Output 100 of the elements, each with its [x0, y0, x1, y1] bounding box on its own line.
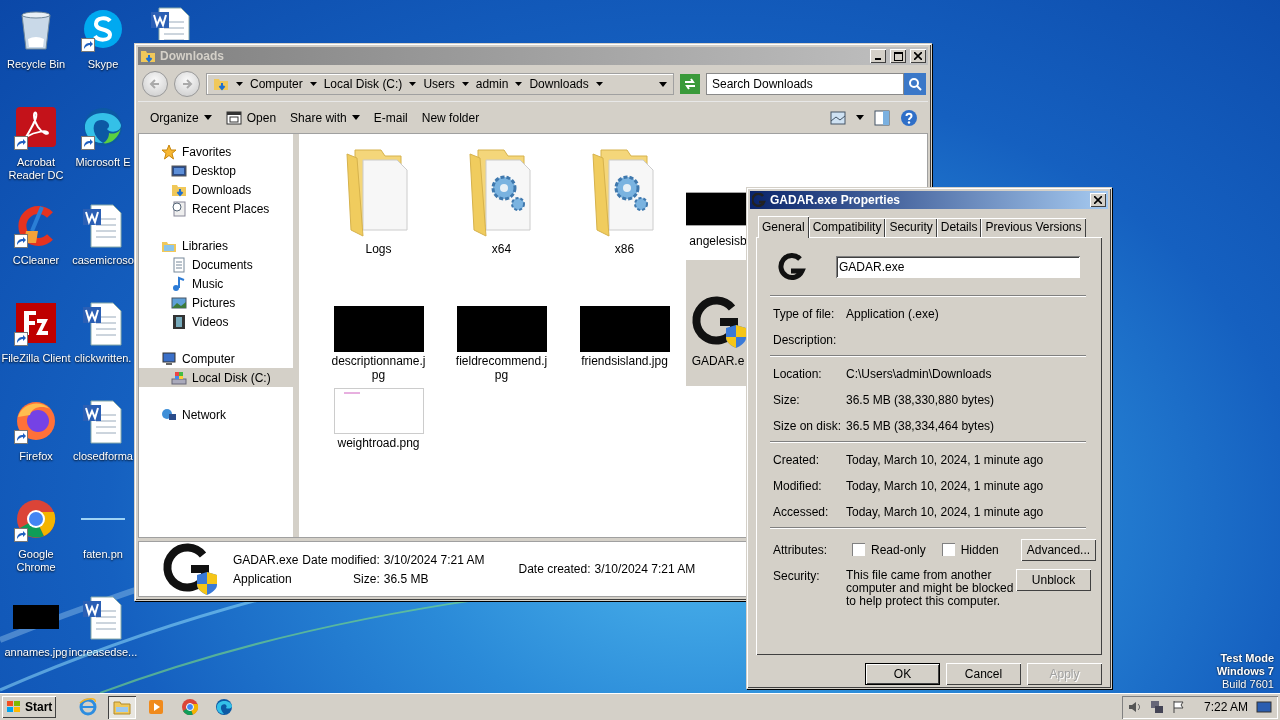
nav-item[interactable]: Music: [139, 274, 293, 293]
file-item[interactable]: x86: [563, 140, 686, 260]
name-field[interactable]: GADAR.exe: [836, 255, 1080, 278]
file-name: x64: [490, 242, 513, 256]
toolbar-button[interactable]: E-mail: [367, 105, 414, 130]
close-button[interactable]: [1090, 192, 1106, 207]
tab[interactable]: Security: [885, 217, 937, 237]
checkbox[interactable]: Read-only: [852, 542, 926, 557]
close-icon: [1094, 195, 1102, 204]
file-item[interactable]: descriptionname.jpg: [317, 260, 440, 386]
tab[interactable]: Previous Versions: [981, 217, 1086, 237]
desktop-icon[interactable]: Recycle Bin: [0, 4, 72, 102]
toolbar-button[interactable]: New folder: [415, 105, 486, 130]
document-icon: [171, 256, 187, 273]
property-value: Today, March 10, 2024, 1 minute ago: [846, 452, 1045, 467]
toolbar-button[interactable]: Open: [219, 105, 283, 130]
desktop-icon[interactable]: closedforma: [72, 396, 134, 494]
shortcut-arrow-icon: [81, 136, 95, 150]
file-item[interactable]: friendsisland.jpg: [563, 260, 686, 386]
minimize-button[interactable]: [870, 49, 886, 63]
flag-icon[interactable]: [1171, 700, 1186, 714]
nav-item[interactable]: Computer: [139, 349, 293, 368]
nav-item[interactable]: Recent Places: [139, 199, 293, 218]
breadcrumb-item[interactable]: Users: [423, 77, 455, 91]
tab[interactable]: Compatibility: [808, 217, 886, 237]
refresh-arrows-icon: [683, 78, 697, 90]
desktop-icon[interactable]: casemicroso: [72, 200, 134, 298]
clock: 7:22 AM: [1203, 700, 1248, 714]
unblock-button[interactable]: Unblock: [1016, 568, 1091, 591]
property-label: Security:: [773, 568, 821, 585]
desktop-icon[interactable]: Skype: [72, 4, 134, 102]
maximize-button[interactable]: [890, 49, 906, 63]
detail-label: Size:: [352, 571, 380, 586]
tab[interactable]: Details: [936, 217, 982, 237]
detail-label: Date modified:: [302, 552, 380, 567]
breadcrumb-item[interactable]: admin: [475, 77, 509, 91]
nav-item[interactable]: Desktop: [139, 161, 293, 180]
search-field[interactable]: Search Downloads: [706, 73, 904, 95]
browser-e-icon: [79, 698, 98, 716]
breadcrumb-item[interactable]: Computer: [250, 77, 303, 91]
desktop-icon[interactable]: Microsoft E: [72, 102, 134, 200]
shortcut-arrow-icon: [14, 430, 28, 444]
desktop-icon[interactable]: Firefox: [0, 396, 72, 494]
edge-icon: [215, 698, 234, 716]
breadcrumb-item[interactable]: Downloads: [529, 77, 589, 91]
property-label: Modified:: [773, 478, 823, 493]
folder-icon: [140, 48, 156, 64]
close-button[interactable]: [910, 49, 926, 63]
shortcut-arrow-icon: [14, 332, 28, 346]
tab[interactable]: General: [758, 215, 809, 238]
breadcrumb-item[interactable]: Local Disk (C:): [323, 77, 403, 91]
start-button[interactable]: Start: [2, 696, 57, 718]
network-icon[interactable]: [1149, 700, 1164, 714]
caret-icon: [409, 82, 417, 86]
taskbar-app-button[interactable]: [108, 695, 137, 719]
nav-item[interactable]: Pictures: [139, 293, 293, 312]
desktop-icon[interactable]: CCleaner: [0, 200, 72, 298]
nav-item[interactable]: Network: [139, 405, 293, 424]
file-item[interactable]: Logs: [317, 140, 440, 260]
toolbar-button[interactable]: Share with: [284, 105, 366, 130]
dialog-button[interactable]: OK: [865, 663, 940, 685]
file-name: x86: [613, 242, 636, 256]
file-name: friendsisland.jpg: [580, 354, 669, 368]
dialog-button[interactable]: Cancel: [946, 663, 1021, 685]
nav-item[interactable]: Libraries: [139, 236, 293, 255]
search-button[interactable]: [904, 73, 926, 95]
caret-icon: [515, 82, 523, 86]
window-title: Downloads: [160, 49, 225, 63]
desktop-icon[interactable]: Google Chrome: [0, 494, 72, 592]
file-item[interactable]: angelesisb: [686, 140, 750, 260]
file-name: weightroad.png: [336, 436, 421, 450]
nav-item[interactable]: Downloads: [139, 180, 293, 199]
desktop-icon[interactable]: FileZilla Client: [0, 298, 72, 396]
advanced-button[interactable]: Advanced...: [1020, 538, 1096, 561]
nav-item[interactable]: Favorites: [139, 142, 293, 161]
back-arrow-icon: [149, 78, 161, 90]
dropdown-caret-icon[interactable]: [659, 81, 667, 87]
speaker-icon[interactable]: [1127, 700, 1142, 714]
property-value: 36.5 MB (38,330,880 bytes): [846, 392, 996, 407]
file-item[interactable]: fieldrecommend.jpg: [440, 260, 563, 386]
shortcut-arrow-icon: [14, 234, 28, 248]
checkbox[interactable]: Hidden: [941, 542, 999, 557]
nav-item[interactable]: Documents: [139, 255, 293, 274]
nav-item[interactable]: Videos: [139, 312, 293, 331]
window-icon: [225, 109, 242, 126]
windows-flag-icon: [6, 700, 22, 714]
refresh-button[interactable]: [680, 74, 700, 94]
window-title: GADAR.exe Properties: [770, 192, 902, 207]
chrome-icon: [181, 698, 200, 716]
file-item[interactable]: weightroad.png: [317, 386, 440, 454]
nav-item[interactable]: Local Disk (C:): [139, 368, 293, 387]
desktop-icon[interactable]: faten.pn: [72, 494, 134, 592]
address-bar[interactable]: Computer Local Disk (C:) Users admin Downloads: [206, 73, 674, 95]
file-item[interactable]: x64: [440, 140, 563, 260]
desktop-icon[interactable]: clickwritten.: [72, 298, 134, 396]
toolbar-button[interactable]: Organize: [144, 105, 218, 130]
desktop-icon: [171, 162, 187, 179]
desktop-icon[interactable]: Acrobat Reader DC: [0, 102, 72, 200]
forward-arrow-icon: [181, 78, 193, 90]
show-desktop-icon[interactable]: [1256, 700, 1272, 714]
